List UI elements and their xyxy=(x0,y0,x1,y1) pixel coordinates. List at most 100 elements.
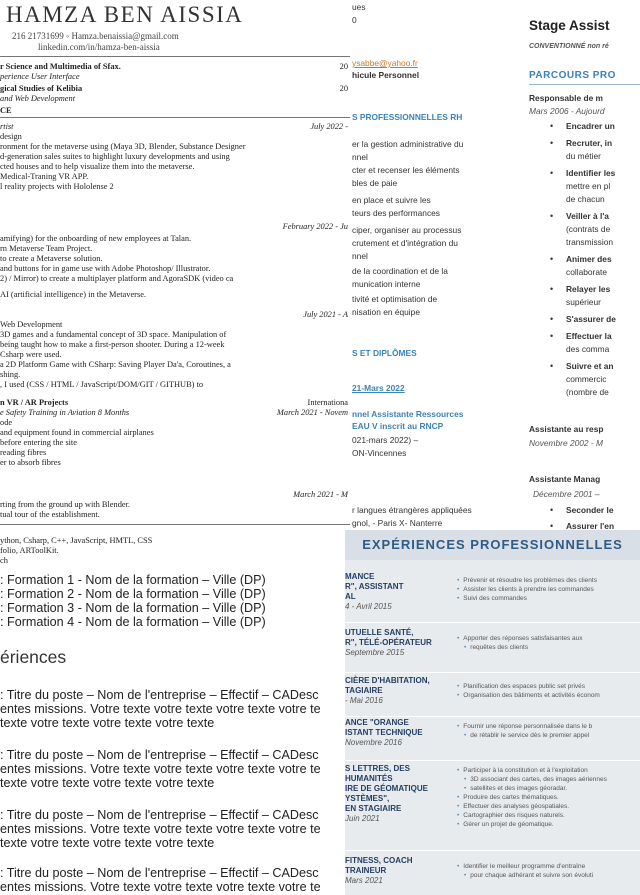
cv-line: l reality projects with Hololense 2 xyxy=(0,182,114,191)
cv-line: 3D games and a fundamental concept of 3D… xyxy=(0,330,227,339)
table-row: S LETTRES, DES HUMANITÉS IRE DE GÉOMATIQUE… xyxy=(345,764,640,844)
cv-line: amifying) for the onboarding of new empl… xyxy=(0,234,192,243)
bullet-text: de chacun xyxy=(566,194,605,204)
cv-date: March 2021 - M xyxy=(293,490,348,499)
cv-line: 2) / Mirror) to create a multiplayer pla… xyxy=(0,274,234,283)
bullet-text: Veiller à l'a xyxy=(566,211,609,221)
table-row: UTUELLE SANTÉ, R", TÉLÉ-OPÉRATEUR Septemb… xyxy=(345,628,640,668)
cv-line: , I used (CSS / HTML / JavaScript/DOM/GI… xyxy=(0,380,204,389)
job-date: Mars 2006 - Aujourd xyxy=(529,106,605,116)
cv-line: ython, Csharp, C++, JavaScript, HMTL, CS… xyxy=(0,536,153,545)
cv-date: 20 xyxy=(339,62,348,71)
cv-line: Web Development xyxy=(0,320,63,329)
bullet: • xyxy=(550,211,554,221)
linkedin-line: linkedin.com/in/hamza-ben-aissia xyxy=(38,42,160,52)
email-link[interactable]: ysabbe@yahoo.fr xyxy=(352,58,418,69)
cv-line: cter et recenser les éléments xyxy=(352,165,460,175)
subtitle: CONVENTIONNÉ non ré xyxy=(529,43,609,50)
cv-line: nnel xyxy=(352,152,368,162)
bullet-text: (nombre de xyxy=(566,387,609,397)
cv-line: e Safety Training in Aviation 8 Months xyxy=(0,408,130,417)
bullet-text: mettre en pl xyxy=(566,181,611,191)
formation-line: : Formation 1 - Nom de la formation – Vi… xyxy=(0,573,266,587)
cv-date: July 2022 - xyxy=(310,122,348,131)
cv-line: gical Studies of Kelibia xyxy=(0,84,83,93)
divider xyxy=(0,117,350,118)
row-items: Planification des espaces public set pri… xyxy=(457,682,640,700)
entry-line: : Titre du poste – Nom de l'entreprise –… xyxy=(0,748,319,762)
entry-line: entes missions. Votre texte votre texte … xyxy=(0,880,321,894)
job-title: Responsable de m xyxy=(529,93,604,103)
row-items: Identifier le meilleur programme d'entra… xyxy=(457,862,640,880)
divider xyxy=(345,716,640,717)
row-title: CIÈRE D'HABITATION, TAGIAIRE - Mai 2016 xyxy=(345,676,430,705)
cv-line: ode xyxy=(0,418,13,427)
entry-line: texte votre texte votre texte votre text… xyxy=(0,836,215,850)
cv-line: d-generation sales suites to highlight l… xyxy=(0,152,230,161)
entry-line: : Titre du poste – Nom de l'entreprise –… xyxy=(0,688,319,702)
row-title: UTUELLE SANTÉ, R", TÉLÉ-OPÉRATEUR Septemb… xyxy=(345,628,432,657)
cv-line: shing. xyxy=(0,370,21,379)
bullet-text: Encadrer un xyxy=(566,121,615,131)
cv-line: 0 xyxy=(352,15,357,25)
bullet: • xyxy=(550,168,554,178)
cv-line: ronment for the metaverse using (Maya 3D… xyxy=(0,142,246,151)
cv-line: design xyxy=(0,132,22,141)
bullet-text: Effectuer la xyxy=(566,331,612,341)
divider xyxy=(0,524,350,525)
cv-line: and buttons for in game use with Adobe P… xyxy=(0,264,211,273)
bullet-text: S'assurer de xyxy=(566,314,616,324)
cv-line: hicule Personnel xyxy=(352,70,420,80)
cv-line: ON-Vincennes xyxy=(352,448,407,458)
cv-line: rtist xyxy=(0,122,14,131)
cv-line: gnol, - Paris X- Nanterre xyxy=(352,518,443,528)
cv-line: Csharp were used. xyxy=(0,350,62,359)
bullet-text: Relayer les xyxy=(566,284,611,294)
bullet-text: transmission xyxy=(566,237,614,247)
bullet-text: Suivre et an xyxy=(566,361,614,371)
cv-line: AI (artificial intelligence) in the Meta… xyxy=(0,290,147,299)
bullet-text: Identifier les xyxy=(566,168,616,178)
bullet: • xyxy=(550,331,554,341)
entry-line: texte votre texte votre texte votre text… xyxy=(0,716,215,730)
bullet: • xyxy=(550,254,554,264)
divider xyxy=(345,622,640,623)
bullet: • xyxy=(550,505,554,515)
cv-line: bles de paie xyxy=(352,178,398,188)
cv-line: cted houses and to help visualize them i… xyxy=(0,162,195,171)
section-heading: S ET DIPLÔMES xyxy=(352,348,417,358)
cv-date: 21-Mars 2022 xyxy=(352,383,405,393)
cv-section: CE xyxy=(0,106,12,115)
word-cv-fragment: : Formation 1 - Nom de la formation – Vi… xyxy=(0,570,345,895)
cv-line: er la gestion administrative du xyxy=(352,139,464,149)
entry-line: entes missions. Votre texte votre texte … xyxy=(0,702,321,716)
cv-line: r Science and Multimedia of Sfax. xyxy=(0,62,121,71)
job-date: Novembre 2002 - M xyxy=(529,438,604,448)
bullet: • xyxy=(550,284,554,294)
cv-line: ues xyxy=(352,2,366,12)
row-items: Apporter des réponses satisfaisantes aux… xyxy=(457,634,640,652)
table-row: MANCER", ASSISTANTAL 4 - Avril 2015 Prév… xyxy=(345,572,640,620)
formation-line: : Formation 3 - Nom de la formation – Vi… xyxy=(0,601,266,615)
bullet-text: des comma xyxy=(566,344,610,354)
cv-name: HAMZA BEN AISSIA xyxy=(6,2,244,27)
cv-line: munication interne xyxy=(352,279,421,289)
cv-line: n VR / AR Projects xyxy=(0,398,69,407)
bullet-text: commercic xyxy=(566,374,607,384)
row-items: Prévenir et résoudre les problèmes des c… xyxy=(457,576,640,603)
cv-date: 20 xyxy=(339,84,348,93)
entry-line: : Titre du poste – Nom de l'entreprise –… xyxy=(0,866,319,880)
cv-line: de la coordination et de la xyxy=(352,266,448,276)
cv-date: Internationa xyxy=(307,398,348,407)
job-date: Décembre 2001 – xyxy=(533,489,600,499)
cv-line: folio, ARToolKit. xyxy=(0,546,59,555)
cv-date: March 2021 - Novem xyxy=(276,408,348,417)
cv-line: nnel Assistante Ressources xyxy=(352,409,464,419)
entry-line: entes missions. Votre texte votre texte … xyxy=(0,822,321,836)
bullet-text: du métier xyxy=(566,151,601,161)
bullet: • xyxy=(550,314,554,324)
bullet-text: Seconder le xyxy=(566,505,614,515)
cv-date: July 2021 - A xyxy=(303,310,348,319)
bullet-text: Recruter, in xyxy=(566,138,613,148)
cv-line: Medical-Traning VR APP. xyxy=(0,172,89,181)
